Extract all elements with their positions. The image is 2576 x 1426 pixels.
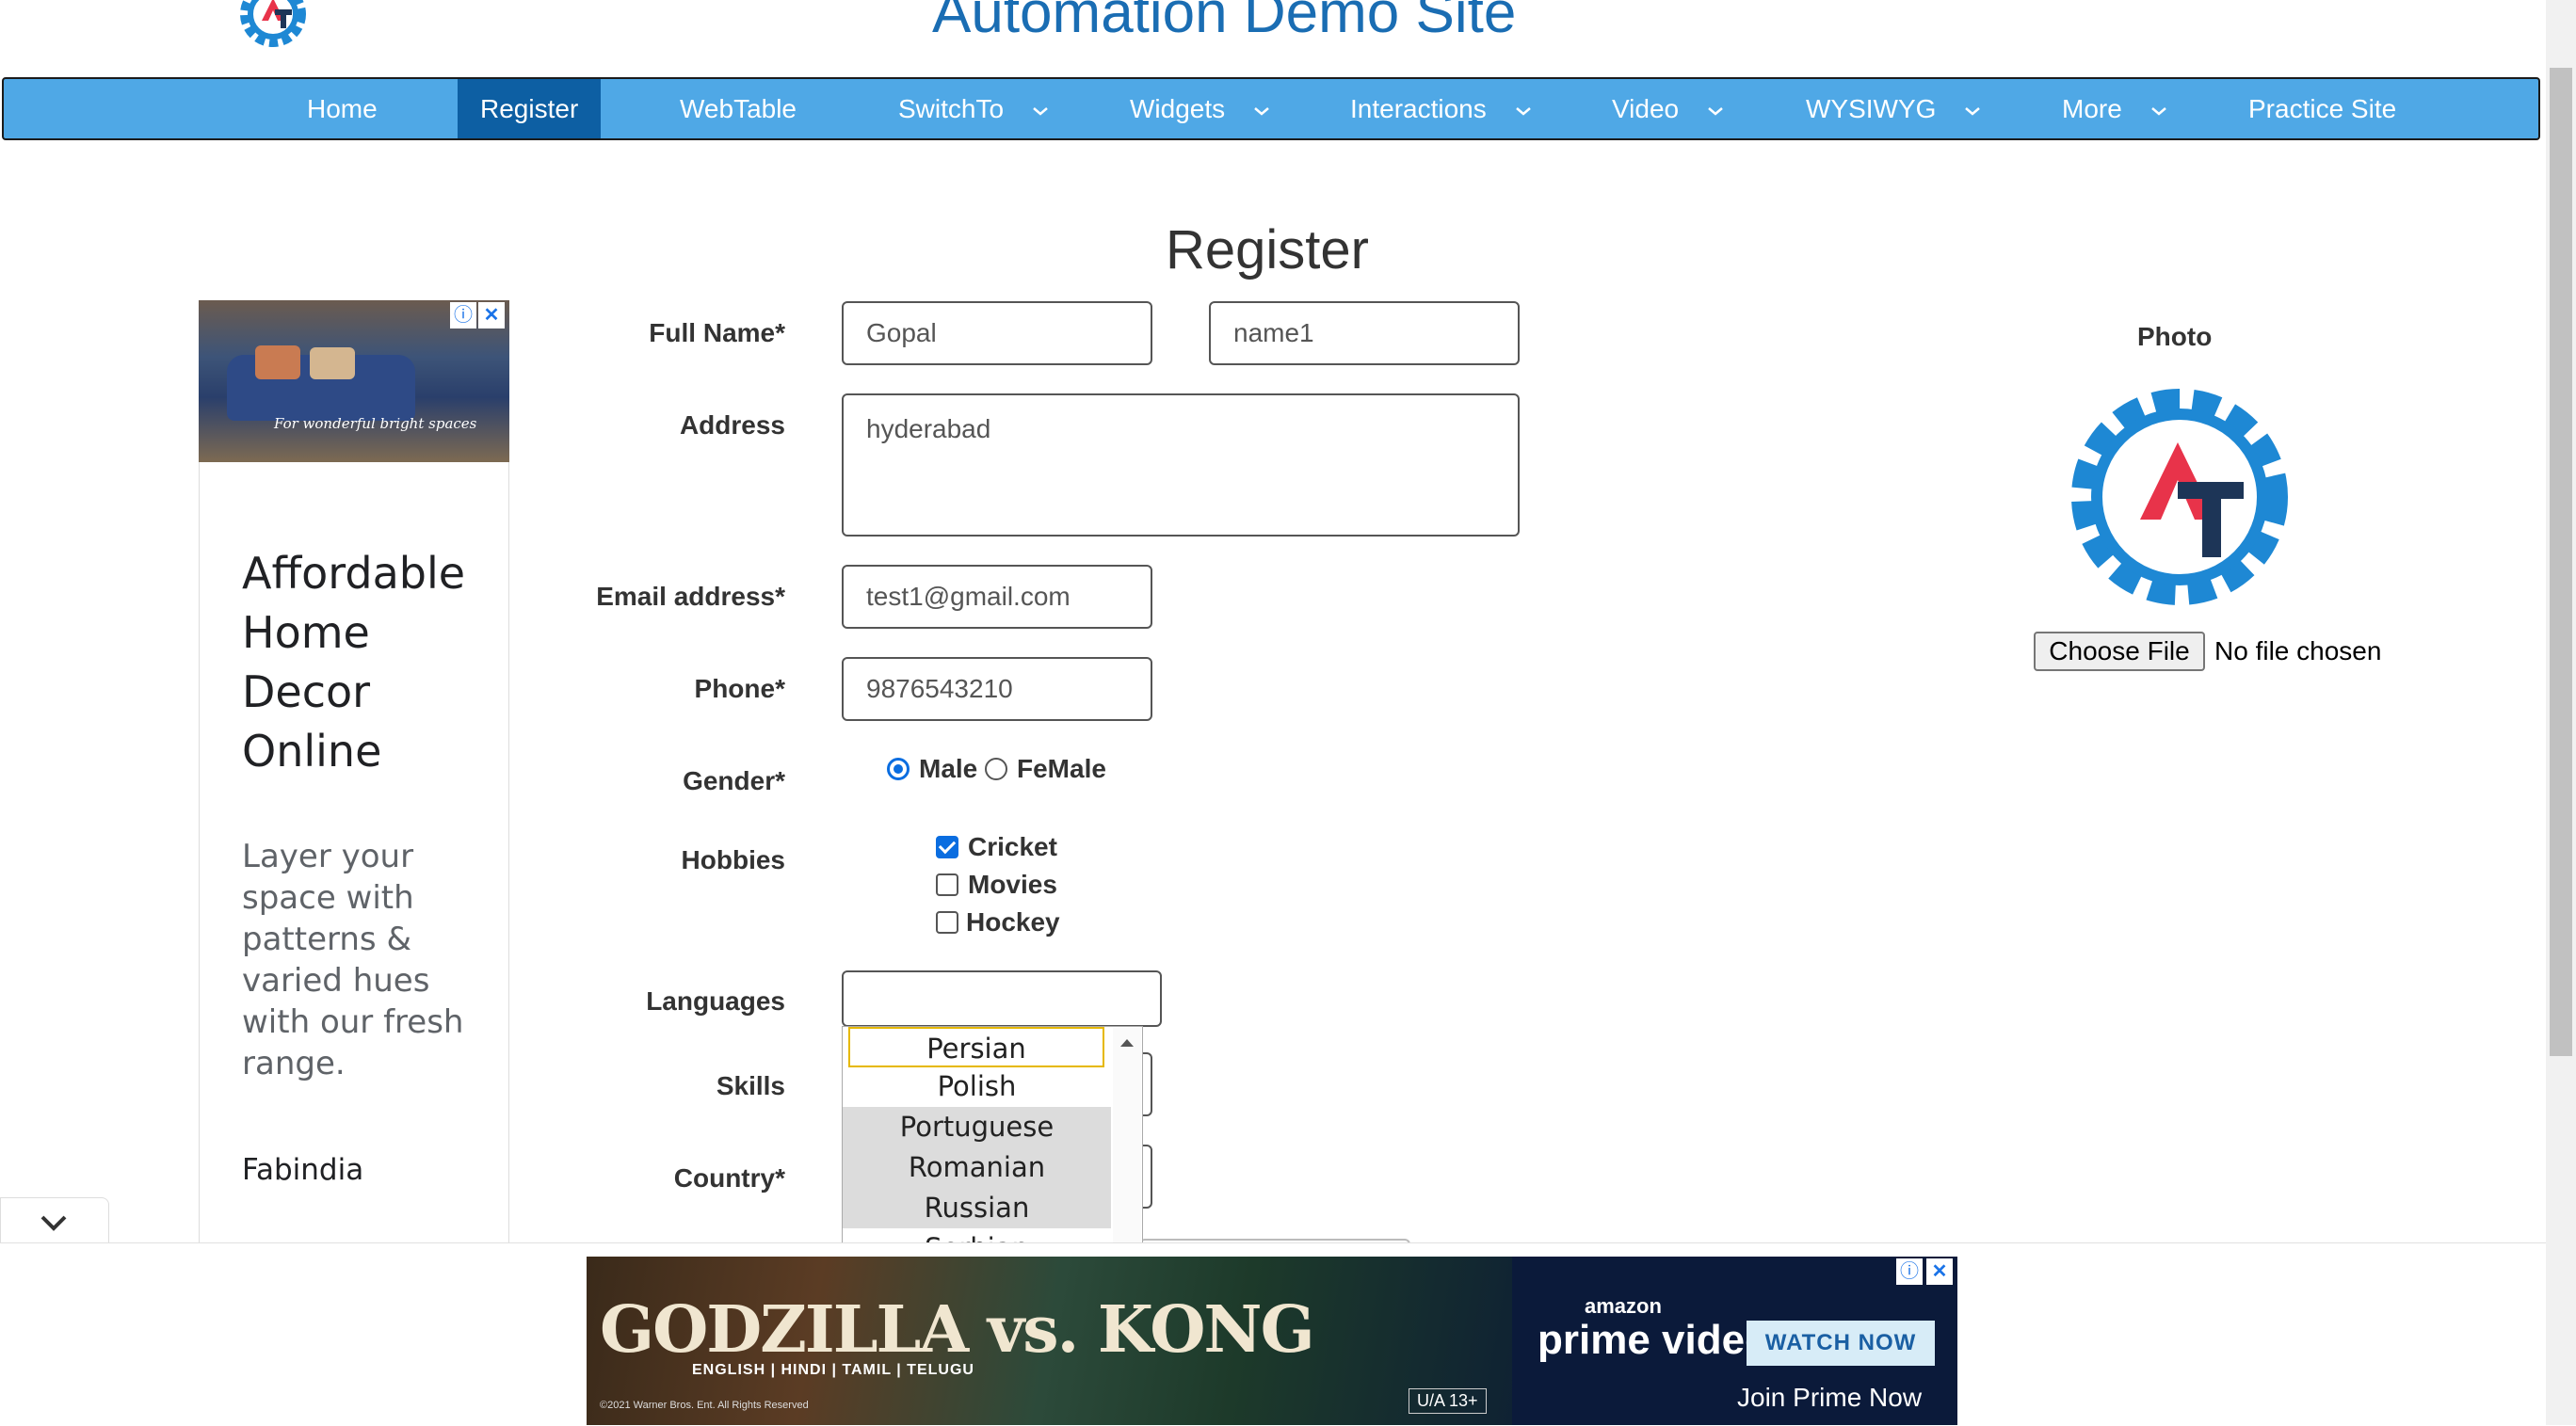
nav-webtable[interactable]: WebTable: [680, 79, 797, 138]
ad-brand-top: amazon: [1585, 1294, 1662, 1318]
chevron-down-icon: [2150, 106, 2166, 116]
email-label: Email address*: [596, 582, 785, 611]
nav-video[interactable]: Video: [1612, 79, 1724, 138]
phone-label: Phone*: [694, 674, 785, 703]
chevron-down-icon: [1965, 106, 1981, 116]
nav-practice-site[interactable]: Practice Site: [2248, 79, 2396, 138]
bottom-banner-ad[interactable]: GODZILLA vs. KONG ENGLISH | HINDI | TAMI…: [587, 1257, 1957, 1425]
ad-image-caption: For wonderful bright spaces: [274, 415, 477, 432]
nav-more-label: More: [2062, 94, 2122, 123]
hobby-hockey-checkbox[interactable]: [936, 911, 958, 934]
nav-switchto[interactable]: SwitchTo: [898, 79, 1049, 138]
ad-rating-badge: U/A 13+: [1409, 1388, 1487, 1414]
hobby-movies-label[interactable]: Movies: [968, 870, 1057, 900]
chevron-down-icon: [40, 1215, 67, 1231]
scrollbar-thumb[interactable]: [2550, 68, 2572, 1056]
dropdown-scrollbar[interactable]: [1113, 1028, 1141, 1244]
nav-wysiwyg-label: WYSIWYG: [1806, 94, 1937, 123]
page-title: Register: [1166, 219, 1369, 280]
ad-pillow-graphic: [310, 347, 355, 379]
nav-interactions[interactable]: Interactions: [1350, 79, 1532, 138]
hobby-cricket-label[interactable]: Cricket: [968, 832, 1057, 862]
ad-movie-artwork[interactable]: GODZILLA vs. KONG ENGLISH | HINDI | TAMI…: [587, 1257, 1512, 1425]
ad-info-icon[interactable]: ⓘ: [450, 302, 476, 328]
nav-widgets-label: Widgets: [1130, 94, 1226, 123]
nav-register[interactable]: Register: [458, 79, 602, 138]
nav-widgets[interactable]: Widgets: [1130, 79, 1270, 138]
chevron-down-icon: [1708, 106, 1723, 116]
ad-close-icon[interactable]: ✕: [478, 302, 505, 328]
file-status-text: No file chosen: [2214, 636, 2382, 665]
ad-brand-main: prime video: [1538, 1317, 1770, 1363]
language-option[interactable]: Persian: [848, 1027, 1104, 1067]
ad-brand[interactable]: Fabindia: [242, 1153, 363, 1187]
scroll-up-arrow-icon[interactable]: [1113, 1028, 1141, 1056]
language-option[interactable]: Portuguese: [843, 1107, 1111, 1147]
ad-info-icon[interactable]: ⓘ: [1896, 1258, 1923, 1285]
collapse-ad-tab[interactable]: [0, 1197, 109, 1246]
languages-dropdown-list[interactable]: Persian Polish Portuguese Romanian Russi…: [842, 1026, 1143, 1246]
gender-female-label[interactable]: FeMale: [1017, 754, 1106, 784]
chevron-down-icon: [1515, 106, 1531, 116]
gender-female-radio[interactable]: [985, 758, 1007, 780]
gender-male-label[interactable]: Male: [919, 754, 977, 784]
ad-movie-title: GODZILLA vs. KONG: [600, 1292, 1315, 1368]
nav-home[interactable]: Home: [307, 79, 378, 138]
nav-switchto-label: SwitchTo: [898, 94, 1005, 123]
phone-input[interactable]: [842, 657, 1152, 721]
chevron-down-icon: [1254, 106, 1269, 116]
nav-video-label: Video: [1612, 94, 1680, 123]
languages-label: Languages: [646, 986, 785, 1016]
skills-label: Skills: [716, 1071, 785, 1100]
ad-close-icon[interactable]: ✕: [1926, 1258, 1953, 1285]
country-label: Country*: [673, 1163, 785, 1193]
hobbies-label: Hobbies: [681, 845, 785, 874]
main-navbar: Home Register WebTable SwitchTo Widgets …: [2, 77, 2540, 140]
ad-movie-languages: ENGLISH | HINDI | TAMIL | TELUGU: [692, 1362, 974, 1378]
ad-pillow-graphic: [255, 345, 300, 379]
hobby-hockey-label[interactable]: Hockey: [966, 907, 1060, 937]
languages-multiselect[interactable]: [842, 970, 1162, 1027]
language-option[interactable]: Russian: [843, 1188, 1111, 1228]
gender-label: Gender*: [683, 766, 785, 795]
address-label: Address: [679, 410, 785, 440]
full-name-label: Full Name*: [649, 318, 785, 347]
ad-watch-now-button[interactable]: WATCH NOW: [1747, 1321, 1935, 1366]
hobby-cricket-checkbox[interactable]: [936, 836, 958, 858]
chevron-down-icon: [1033, 106, 1048, 116]
ad-join-text: Join Prime Now: [1737, 1383, 1923, 1412]
site-title: Automation Demo Site: [932, 0, 1517, 45]
choose-file-button[interactable]: Choose File: [2034, 632, 2205, 671]
ad-heading[interactable]: Affordable Home Decor Online: [242, 544, 487, 781]
nav-more[interactable]: More: [2062, 79, 2167, 138]
gender-male-radio[interactable]: [887, 758, 910, 780]
address-textarea[interactable]: hyderabad: [842, 393, 1520, 537]
nav-wysiwyg[interactable]: WYSIWYG: [1806, 79, 1981, 138]
language-option[interactable]: Romanian: [843, 1147, 1111, 1188]
email-input[interactable]: [842, 565, 1152, 629]
hobby-movies-checkbox[interactable]: [936, 873, 958, 896]
ad-copyright: ©2021 Warner Bros. Ent. All Rights Reser…: [600, 1400, 809, 1411]
nav-interactions-label: Interactions: [1350, 94, 1487, 123]
language-option[interactable]: Polish: [843, 1066, 1111, 1107]
ad-body-text[interactable]: Layer your space with patterns & varied …: [242, 836, 487, 1084]
first-name-input[interactable]: [842, 301, 1152, 365]
last-name-input[interactable]: [1209, 301, 1520, 365]
profile-photo-logo: [2071, 389, 2288, 605]
photo-label: Photo: [2137, 322, 2213, 351]
site-logo: [240, 0, 306, 47]
